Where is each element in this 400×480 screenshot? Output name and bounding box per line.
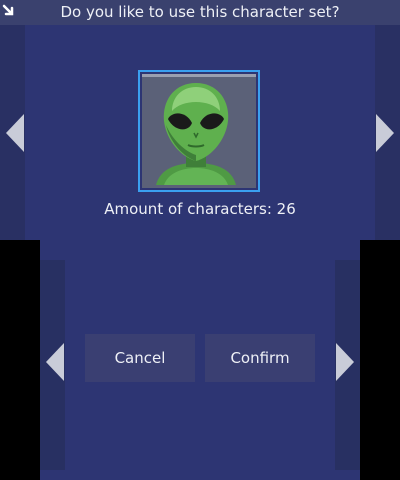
cancel-button[interactable]: Cancel <box>85 334 195 382</box>
next-set-arrow-icon[interactable] <box>376 114 394 152</box>
character-count: Amount of characters: 26 <box>104 200 296 218</box>
bottom-right-arrow-icon[interactable] <box>336 343 354 381</box>
page-title: Do you like to use this character set? <box>60 3 340 21</box>
bottom-screen: Cancel Confirm <box>40 240 360 480</box>
bottom-left-arrow-icon[interactable] <box>46 343 64 381</box>
character-tile <box>142 74 256 188</box>
confirm-button[interactable]: Confirm <box>205 334 315 382</box>
back-arrow-icon[interactable] <box>2 3 20 21</box>
top-screen: Do you like to use this character set? A… <box>0 0 400 240</box>
character-preview-frame[interactable] <box>138 70 260 192</box>
alien-character-icon <box>156 83 236 185</box>
previous-set-arrow-icon[interactable] <box>6 114 24 152</box>
title-bar: Do you like to use this character set? <box>0 0 400 25</box>
